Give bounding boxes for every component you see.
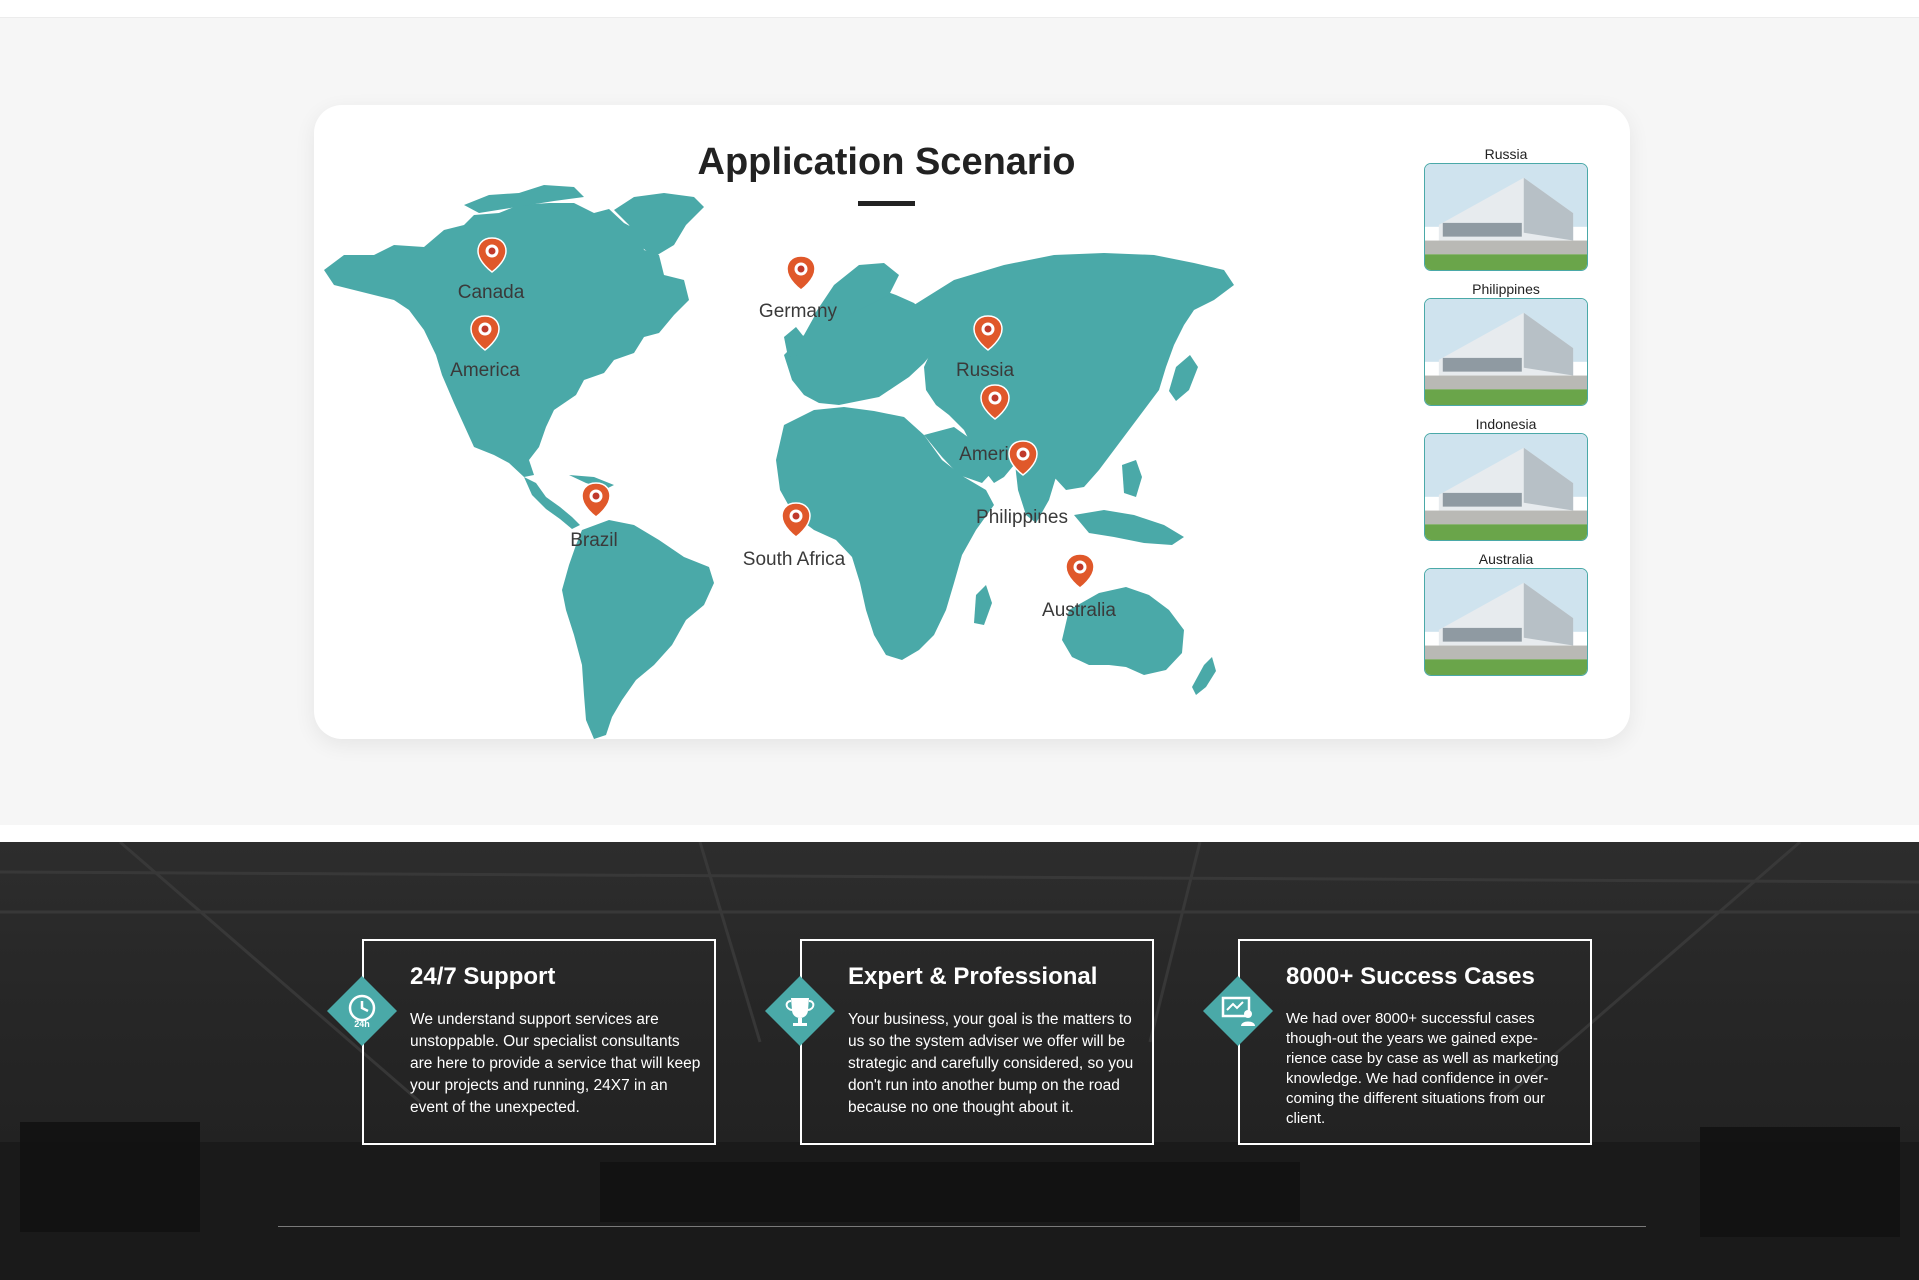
features-section: 24/7 Support We understand support servi…: [0, 842, 1919, 1280]
pin-label: South Africa: [743, 549, 846, 570]
svg-text:24h: 24h: [354, 1019, 370, 1029]
presenter-icon: [1203, 976, 1273, 1046]
pin-label: America: [450, 360, 520, 381]
top-header-strip: [0, 0, 1919, 18]
philippines-islands: [1122, 460, 1142, 497]
pin-label: Russia: [956, 360, 1015, 381]
thumbnail-item[interactable]: Australia: [1421, 550, 1591, 676]
feature-title: 24/7 Support: [410, 963, 556, 990]
pin-marker[interactable]: [786, 255, 816, 291]
thumbnail-item[interactable]: Philippines: [1421, 280, 1591, 406]
thumbnail-item[interactable]: Indonesia: [1421, 415, 1591, 541]
pin-label: Australia: [1042, 600, 1116, 621]
pin-marker[interactable]: [781, 502, 811, 538]
new-zealand-landmass: [1192, 657, 1216, 695]
thumbnail-label: Philippines: [1472, 281, 1540, 297]
pin-marker[interactable]: [1065, 553, 1095, 589]
24h-clock-icon: 24h: [327, 976, 397, 1046]
thumbnail-label: Australia: [1478, 551, 1534, 567]
pin-label: Canada: [458, 282, 525, 303]
pin-label: Brazil: [570, 530, 618, 551]
application-scenario-section: Application Scenario Canada America Germ…: [0, 18, 1919, 825]
factory-building-photo[interactable]: [1424, 433, 1588, 541]
feature-description: Your business, your goal is the matters …: [848, 1011, 1134, 1116]
feature-card: 24/7 Support We understand support servi…: [362, 939, 716, 1145]
pin-label: Philippines: [976, 507, 1068, 528]
thumbnail-item[interactable]: Russia: [1421, 145, 1591, 271]
madagascar-landmass: [974, 585, 992, 625]
section-divider: [278, 1226, 1646, 1227]
feature-title: Expert & Professional: [848, 963, 1098, 990]
factory-building-photo[interactable]: [1424, 298, 1588, 406]
continents: [324, 185, 1234, 739]
scenario-card: Application Scenario Canada America Germ…: [314, 105, 1630, 739]
japan-landmass: [1169, 355, 1198, 401]
pin-label: Germany: [759, 301, 838, 322]
feature-card: Expert & Professional Your business, you…: [800, 939, 1154, 1145]
southeast-asia-islands: [1074, 510, 1184, 545]
trophy-icon: [765, 976, 835, 1046]
thumbnail-label: Indonesia: [1475, 416, 1537, 432]
north-america-landmass: [324, 203, 689, 477]
south-america-landmass: [562, 520, 714, 739]
feature-description: We understand support services are unsto…: [410, 1011, 701, 1116]
pin-marker[interactable]: [581, 482, 611, 518]
central-america-landmass: [524, 477, 580, 529]
thumbnail-label: Russia: [1484, 146, 1528, 162]
feature-title: 8000+ Success Cases: [1286, 963, 1535, 990]
factory-building-photo[interactable]: [1424, 163, 1588, 271]
feature-card: 8000+ Success Cases We had over 8000+ su…: [1238, 939, 1592, 1145]
world-map: Canada America Germany Russia America Ph…: [324, 185, 1234, 739]
feature-description: We had over 8000+ successful cases thoug…: [1286, 1010, 1559, 1127]
factory-building-photo[interactable]: [1424, 568, 1588, 676]
